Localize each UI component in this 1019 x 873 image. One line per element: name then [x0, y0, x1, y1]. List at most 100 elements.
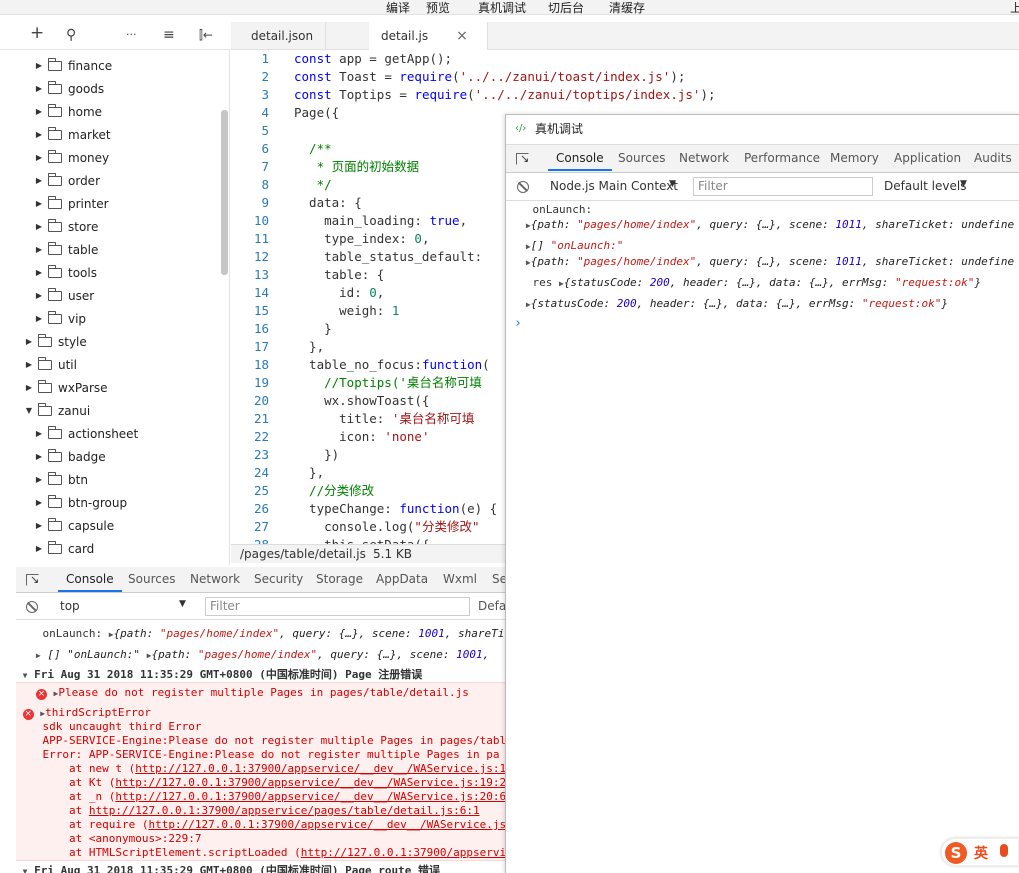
tree-item[interactable]: ▶ market — [34, 123, 111, 146]
stack-trace-line[interactable]: at new t (http://127.0.0.1:37900/appserv… — [16, 762, 506, 776]
console-error-text[interactable]: Error: APP-SERVICE-Engine:Please do not … — [16, 748, 506, 762]
chevron-right-icon[interactable]: ▶ — [34, 452, 44, 461]
ime-toolbar[interactable]: S 英 — [941, 838, 1019, 866]
search-icon[interactable]: ⚲ — [66, 26, 76, 44]
tab-security[interactable]: Security — [254, 572, 303, 586]
ime-mode[interactable]: 英 — [974, 843, 988, 863]
console-filter-input[interactable]: Filter — [693, 177, 873, 196]
chevron-down-icon[interactable]: ▼ — [960, 179, 967, 189]
file-tree-scrollbar[interactable] — [221, 110, 228, 275]
more-icon[interactable]: ··· — [126, 26, 137, 44]
chevron-right-icon[interactable]: ▶ — [34, 130, 44, 139]
console-object-line[interactable]: ▶{statusCode: 200, header: {…}, data: {…… — [506, 297, 1019, 312]
chevron-right-icon[interactable]: ▶ — [34, 61, 44, 70]
tab-console[interactable]: Console — [58, 572, 122, 592]
chevron-right-icon[interactable]: ▶ — [34, 84, 44, 93]
tab-application[interactable]: Application — [894, 151, 961, 165]
menu-remote-debug[interactable]: 真机调试 — [478, 0, 526, 14]
chevron-right-icon[interactable]: ▶ — [34, 521, 44, 530]
stack-trace-line[interactable]: at Kt (http://127.0.0.1:37900/appservice… — [16, 776, 506, 790]
tree-item[interactable]: ▶ vip — [34, 307, 86, 330]
console-prompt[interactable]: › — [506, 317, 996, 331]
tree-item[interactable]: ▶ user — [34, 284, 94, 307]
console-object-line[interactable]: ▶{path: "pages/home/index", query: {…}, … — [506, 255, 1019, 270]
inspect-icon[interactable] — [516, 152, 529, 165]
context-select[interactable]: top — [60, 599, 80, 613]
chevron-right-icon[interactable]: ▶ — [24, 360, 34, 369]
tab-appdata[interactable]: AppData — [376, 572, 428, 586]
tab-detail-json[interactable]: detail.json — [239, 22, 327, 50]
chevron-down-icon[interactable]: ▼ — [669, 179, 676, 189]
close-icon[interactable]: × — [456, 28, 468, 44]
console-object-line[interactable]: ▶[] "onLaunch:" — [506, 239, 1019, 254]
chevron-right-icon[interactable]: ▶ — [34, 199, 44, 208]
levels-select[interactable]: Defa — [478, 599, 506, 613]
console-log-line[interactable]: onLaunch: ▶{path: "pages/home/index", qu… — [16, 627, 506, 642]
menu-compile[interactable]: 编译 — [386, 0, 410, 14]
console-group-header[interactable]: ▼ Fri Aug 31 2018 11:35:29 GMT+0800 (中国标… — [16, 864, 506, 873]
stack-trace-line[interactable]: at http://127.0.0.1:37900/appservice/pag… — [16, 804, 506, 818]
menu-clear-cache[interactable]: 清缓存 — [609, 0, 645, 14]
console-log-line[interactable]: ▶ [] "onLaunch:" ▶{path: "pages/home/ind… — [16, 648, 506, 663]
tree-item[interactable]: ▶ tools — [34, 261, 97, 284]
chevron-right-icon[interactable]: ▶ — [34, 222, 44, 231]
chevron-right-icon[interactable]: ▶ — [34, 291, 44, 300]
chevron-right-icon[interactable]: ▶ — [34, 429, 44, 438]
chevron-down-icon[interactable]: ▼ — [24, 406, 34, 415]
tree-item[interactable]: ▶ util — [24, 353, 77, 376]
menu-preview[interactable]: 预览 — [426, 0, 450, 14]
tree-item[interactable]: ▶ goods — [34, 77, 104, 100]
tab-console[interactable]: Console — [548, 151, 612, 171]
menu-upload[interactable]: 上 — [1010, 0, 1019, 14]
chevron-right-icon[interactable]: ▶ — [34, 176, 44, 185]
code-line[interactable]: 3 const Toptips = require('../../zanui/to… — [231, 86, 1011, 104]
chevron-right-icon[interactable]: ▶ — [24, 337, 34, 346]
chevron-right-icon[interactable]: ▶ — [24, 383, 34, 392]
code-line[interactable]: 2 const Toast = require('../../zanui/toas… — [231, 68, 1011, 86]
tab-storage[interactable]: Storage — [316, 572, 363, 586]
tab-network[interactable]: Network — [190, 572, 240, 586]
clear-console-icon[interactable] — [517, 181, 529, 193]
inspect-icon[interactable] — [26, 573, 39, 586]
console-group-header[interactable]: ▼ Fri Aug 31 2018 11:35:29 GMT+0800 (中国标… — [16, 668, 506, 683]
tab-performance[interactable]: Performance — [744, 151, 820, 165]
console-error-text[interactable]: at <anonymous>:229:7 — [16, 832, 506, 846]
tree-item[interactable]: ▶ badge — [34, 445, 106, 468]
add-file-icon[interactable]: + — [30, 24, 44, 42]
sort-icon[interactable]: ≡ — [163, 26, 175, 44]
tree-item[interactable]: ▶ printer — [34, 192, 109, 215]
tree-item[interactable]: ▶ home — [34, 100, 102, 123]
levels-select[interactable]: Default levels — [884, 179, 966, 193]
context-select[interactable]: Node.js Main Context — [550, 179, 678, 193]
tree-item[interactable]: ▶ order — [34, 169, 100, 192]
stack-trace-line[interactable]: at _n (http://127.0.0.1:37900/appservice… — [16, 790, 506, 804]
tab-network[interactable]: Network — [679, 151, 729, 165]
tree-item[interactable]: ▶ store — [34, 215, 98, 238]
tree-item[interactable]: ▼ zanui — [24, 399, 90, 422]
console-error-line[interactable]: × ▶Please do not register multiple Pages… — [16, 686, 506, 701]
console-filter-input[interactable]: Filter — [205, 597, 470, 616]
tab-audits[interactable]: Audits — [974, 151, 1012, 165]
stack-trace-line[interactable]: at HTMLScriptElement.scriptLoaded (http:… — [16, 846, 506, 860]
chevron-right-icon[interactable]: ▶ — [34, 107, 44, 116]
chevron-right-icon[interactable]: ▶ — [34, 544, 44, 553]
microphone-icon[interactable] — [1000, 844, 1008, 857]
chevron-right-icon[interactable]: ▶ — [34, 268, 44, 277]
tree-item[interactable]: ▶ table — [34, 238, 98, 261]
tab-wxml[interactable]: Wxml — [443, 572, 477, 586]
collapse-icon[interactable]: ⫿← — [199, 26, 213, 44]
tab-sources[interactable]: Sources — [618, 151, 665, 165]
chevron-right-icon[interactable]: ▶ — [34, 245, 44, 254]
tab-detail-js[interactable]: detail.js × — [369, 22, 488, 51]
clear-console-icon[interactable] — [26, 601, 38, 613]
tree-item[interactable]: ▶ wxParse — [24, 376, 108, 399]
chevron-right-icon[interactable]: ▶ — [34, 475, 44, 484]
tab-sources[interactable]: Sources — [128, 572, 175, 586]
chevron-down-icon[interactable]: ▼ — [179, 599, 186, 609]
stack-trace-line[interactable]: at require (http://127.0.0.1:37900/appse… — [16, 818, 506, 832]
console-log-line[interactable]: onLaunch: — [506, 203, 1019, 217]
tree-item[interactable]: ▶ capsule — [34, 514, 114, 537]
console-object-line[interactable]: ▶{path: "pages/home/index", query: {…}, … — [506, 218, 1019, 233]
chevron-right-icon[interactable]: ▶ — [34, 498, 44, 507]
tree-item[interactable]: ▶ finance — [34, 54, 112, 77]
